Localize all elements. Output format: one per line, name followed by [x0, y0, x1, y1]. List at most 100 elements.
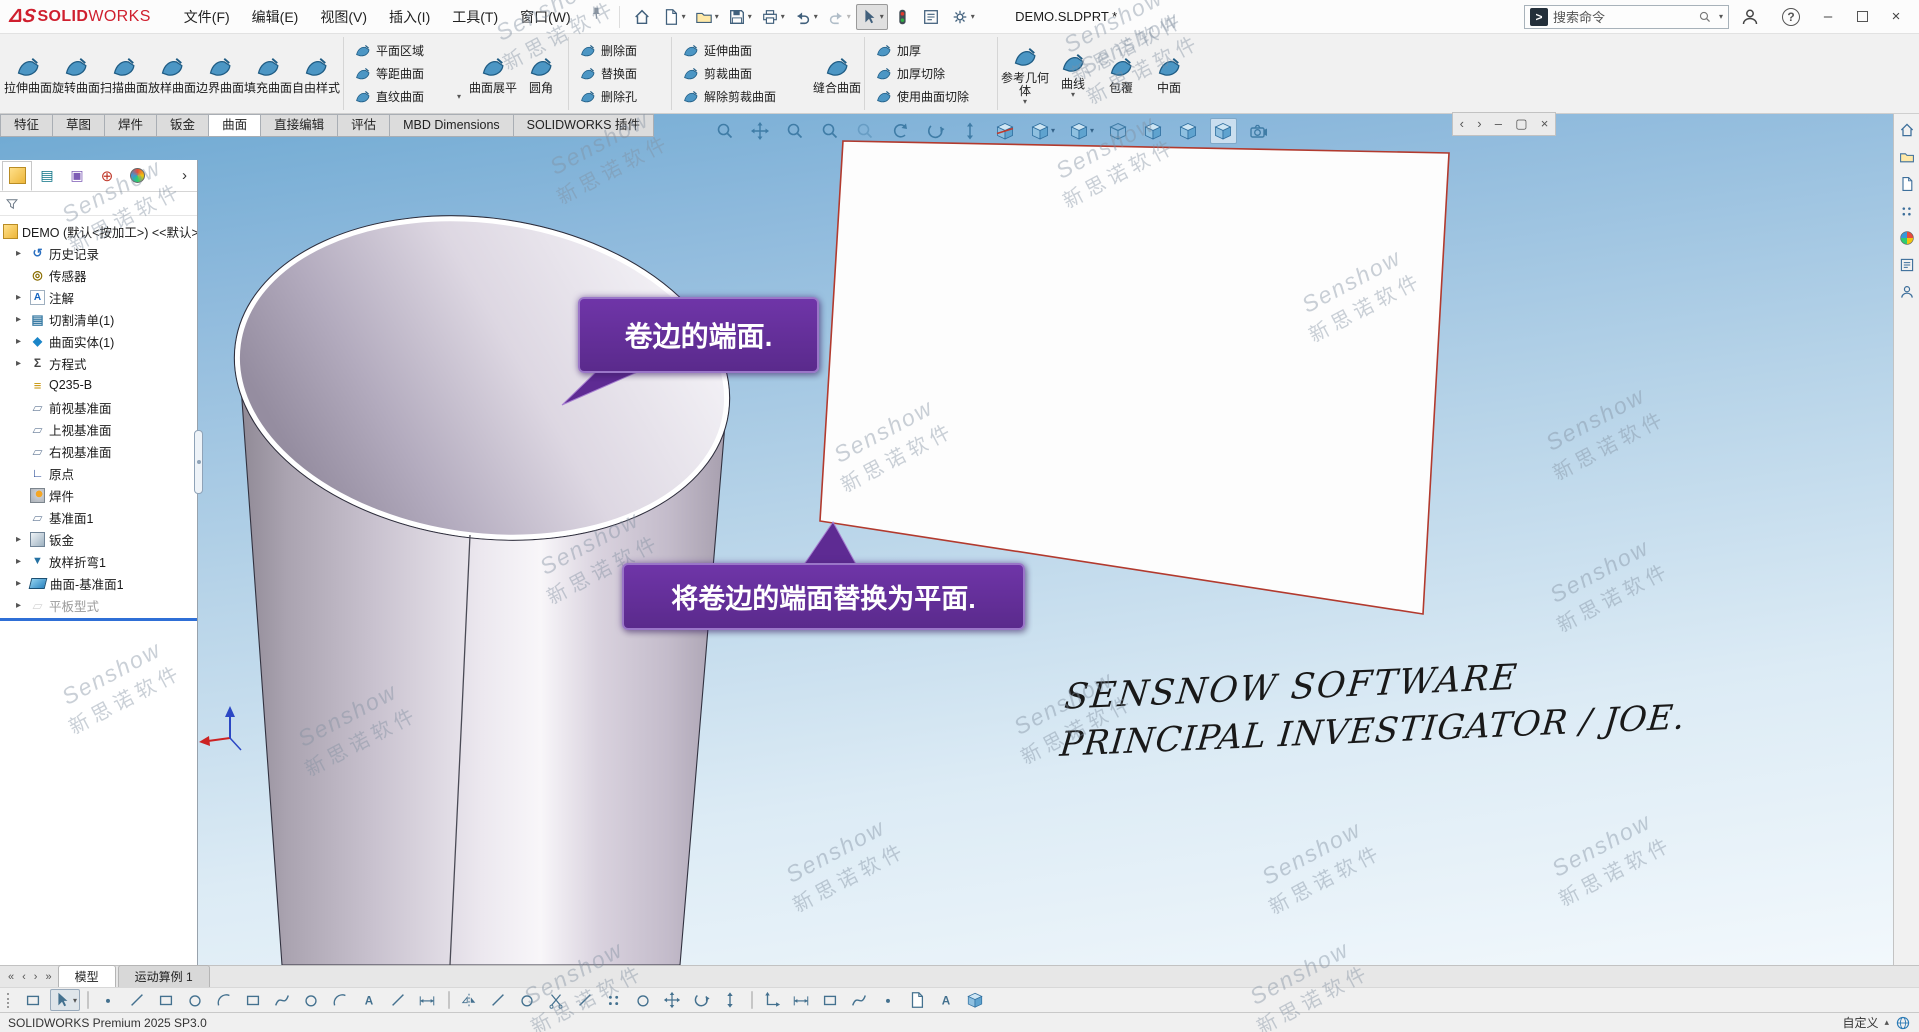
display-style-icon[interactable]: ▾ — [1066, 118, 1097, 144]
lofted-surface-button[interactable]: 放样曲面 — [148, 34, 196, 113]
polygon-tool-icon[interactable] — [241, 989, 267, 1011]
line-tool-icon[interactable] — [125, 989, 151, 1011]
view-settings-icon[interactable] — [1210, 118, 1237, 144]
centerpoint-arc-icon[interactable] — [212, 989, 238, 1011]
zoom-fit-icon[interactable] — [712, 118, 739, 144]
tab-sketch[interactable]: 草图 — [52, 114, 104, 137]
taskpane-home-icon[interactable] — [1899, 122, 1915, 138]
propertymanager-tab-icon[interactable]: ▤ — [32, 161, 62, 191]
flatten-surface-button[interactable]: 曲面展平 — [469, 34, 517, 113]
next-tab-icon[interactable]: › — [30, 967, 42, 987]
revolved-surface-button[interactable]: 旋转曲面 — [52, 34, 100, 113]
tree-item-surface-plane1[interactable]: ▸曲面-基准面1 — [0, 572, 197, 594]
select-arrow-icon[interactable]: ▾ — [50, 989, 80, 1011]
tree-item-annotations[interactable]: ▸A注解 — [0, 286, 197, 308]
panel-splitter[interactable] — [194, 430, 203, 494]
motion-study-tab[interactable]: 运动算例 1 — [118, 965, 210, 987]
smart-dimension-icon[interactable] — [415, 989, 441, 1011]
expand-arrow-icon[interactable]: ▸ — [16, 600, 26, 611]
freeform-button[interactable]: 自由样式 — [292, 34, 340, 113]
minimize-button[interactable]: – — [1811, 8, 1845, 25]
tree-item-equations[interactable]: ▸Σ方程式 — [0, 352, 197, 374]
configurationmanager-tab-icon[interactable]: ▣ — [62, 161, 92, 191]
toolbar-grip[interactable] — [7, 993, 13, 1008]
spline-tool-icon[interactable] — [270, 989, 296, 1011]
user-account-icon[interactable] — [1729, 7, 1771, 27]
connection-globe-icon[interactable] — [1895, 1015, 1911, 1031]
swept-surface-button[interactable]: 扫描曲面 — [100, 34, 148, 113]
sketch-tool-icon[interactable] — [21, 989, 47, 1011]
filled-surface-button[interactable]: 填充曲面 — [244, 34, 292, 113]
menu-insert[interactable]: 插入(I) — [378, 1, 441, 33]
viewport-3d[interactable]: ▾▾ — [0, 114, 1893, 965]
move-entities-icon[interactable] — [660, 989, 686, 1011]
delete-face-button[interactable]: 删除面 — [575, 39, 665, 62]
tree-item-lofted-bend[interactable]: ▸▼放样折弯1 — [0, 550, 197, 572]
tree-item-plane1[interactable]: ▱基准面1 — [0, 506, 197, 528]
search-input[interactable]: 搜索命令 — [1553, 7, 1693, 26]
extend-surface-button[interactable]: 延伸曲面 — [678, 39, 810, 62]
tab-mbd-dimensions[interactable]: MBD Dimensions — [389, 114, 513, 137]
quick-snaps-icon[interactable] — [876, 989, 902, 1011]
replace-face-button[interactable]: 替换面 — [575, 62, 665, 85]
tree-item-surface-bodies[interactable]: ▸◆曲面实体(1) — [0, 330, 197, 352]
select-tool-button[interactable]: ▾ — [856, 4, 888, 30]
tree-item-flat-pattern[interactable]: ▸▱平板型式 — [0, 594, 197, 616]
corner-rectangle-icon[interactable] — [154, 989, 180, 1011]
centerline-icon[interactable] — [386, 989, 412, 1011]
undo-button[interactable]: ▾ — [790, 4, 822, 30]
sketch-fillet-icon[interactable] — [328, 989, 354, 1011]
previous-view-icon[interactable] — [887, 118, 914, 144]
featuremanager-tab-icon[interactable] — [2, 161, 32, 191]
tab-weldments[interactable]: 焊件 — [104, 114, 156, 137]
hide-show-items-icon[interactable] — [1105, 118, 1132, 144]
taskpane-design-library-icon[interactable] — [1899, 149, 1915, 165]
taskpane-view-palette-icon[interactable] — [1899, 203, 1915, 219]
last-tab-icon[interactable]: » — [41, 967, 55, 987]
tab-evaluate[interactable]: 评估 — [337, 114, 389, 137]
reference-geometry-button[interactable]: 参考几何体▾ — [1001, 34, 1049, 113]
taskpane-forum-icon[interactable] — [1899, 284, 1915, 300]
open-button[interactable]: ▾ — [691, 4, 723, 30]
zoom-in-out-icon[interactable] — [782, 118, 809, 144]
menu-file[interactable]: 文件(F) — [173, 1, 241, 33]
apply-scene-icon[interactable] — [1175, 118, 1202, 144]
tree-filter-row[interactable] — [0, 192, 197, 216]
menu-edit[interactable]: 编辑(E) — [241, 1, 310, 33]
tree-item-front-plane[interactable]: ▱前视基准面 — [0, 396, 197, 418]
first-tab-icon[interactable]: « — [4, 967, 18, 987]
doc-close-icon[interactable]: × — [1541, 114, 1549, 134]
home-button[interactable] — [629, 4, 657, 30]
circular-pattern-icon[interactable] — [631, 989, 657, 1011]
cut-with-surface-button[interactable]: 使用曲面切除 — [871, 85, 991, 108]
expand-arrow-icon[interactable]: ▸ — [16, 314, 26, 325]
doc-restore-icon[interactable]: ▢ — [1515, 114, 1527, 134]
rollback-bar[interactable] — [0, 618, 197, 621]
linear-pattern-icon[interactable] — [602, 989, 628, 1011]
tree-item-right-plane[interactable]: ▱右视基准面 — [0, 440, 197, 462]
taskpane-file-explorer-icon[interactable] — [1899, 176, 1915, 192]
fully-define-sketch-icon[interactable] — [818, 989, 844, 1011]
taskpane-custom-properties-icon[interactable] — [1899, 257, 1915, 273]
offset-entities-icon[interactable] — [515, 989, 541, 1011]
search-icon[interactable] — [1698, 10, 1712, 24]
expand-arrow-icon[interactable]: ▸ — [16, 292, 26, 303]
menu-tools[interactable]: 工具(T) — [441, 1, 509, 33]
boundary-surface-button[interactable]: 边界曲面 — [196, 34, 244, 113]
midsurface-button[interactable]: 中面 — [1145, 34, 1193, 113]
tab-scroll-right-icon[interactable]: › — [1477, 114, 1481, 134]
edit-appearance-icon[interactable] — [1140, 118, 1167, 144]
tree-item-sensors[interactable]: ◎传感器 — [0, 264, 197, 286]
repair-sketch-icon[interactable] — [847, 989, 873, 1011]
delete-hole-button[interactable]: 删除孔 — [575, 85, 665, 108]
ellipse-tool-icon[interactable] — [299, 989, 325, 1011]
redo-button[interactable]: ▾ — [823, 4, 855, 30]
tree-item-history[interactable]: ▸↺历史记录 — [0, 242, 197, 264]
knit-surface-button[interactable]: 缝合曲面 — [813, 34, 861, 113]
tab-solidworks-addins[interactable]: SOLIDWORKS 插件 — [513, 114, 654, 137]
zoom-to-area-icon[interactable] — [817, 118, 844, 144]
expand-arrow-icon[interactable]: ▸ — [16, 358, 26, 369]
expand-arrow-icon[interactable]: ▸ — [16, 336, 26, 347]
close-button[interactable]: × — [1879, 8, 1913, 25]
fillet-button[interactable]: 圆角 — [517, 34, 565, 113]
